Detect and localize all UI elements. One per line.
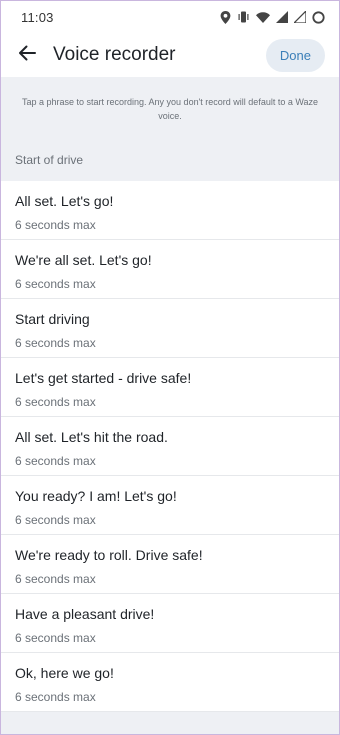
list-item[interactable]: Have a pleasant drive! 6 seconds max: [1, 594, 339, 653]
app-screen: 11:03 Voice recorder Done Tap a phrase t…: [0, 0, 340, 735]
list-item[interactable]: We're all set. Let's go! 6 seconds max: [1, 240, 339, 299]
phrase-duration: 6 seconds max: [15, 572, 96, 586]
list-item[interactable]: Start driving 6 seconds max: [1, 299, 339, 358]
phrase-title: You ready? I am! Let's go!: [15, 488, 177, 504]
phrase-title: All set. Let's hit the road.: [15, 429, 168, 445]
app-bar: Voice recorder Done: [1, 33, 339, 77]
phrase-duration: 6 seconds max: [15, 218, 96, 232]
phrase-duration: 6 seconds max: [15, 454, 96, 468]
arrow-left-icon: [18, 45, 36, 66]
phrase-duration: 6 seconds max: [15, 336, 96, 350]
signal-icon: [276, 11, 288, 23]
status-bar: 11:03: [1, 1, 339, 33]
wifi-icon: [256, 11, 270, 23]
location-icon: [220, 10, 231, 24]
phrase-title: Let's get started - drive safe!: [15, 370, 192, 386]
status-time: 11:03: [21, 9, 54, 25]
back-button[interactable]: [15, 43, 39, 67]
done-button[interactable]: Done: [265, 38, 325, 72]
info-text: Tap a phrase to start recording. Any you…: [1, 77, 339, 139]
phrase-list: All set. Let's go! 6 seconds max We're a…: [1, 181, 339, 712]
phrase-duration: 6 seconds max: [15, 631, 96, 645]
list-item[interactable]: All set. Let's go! 6 seconds max: [1, 181, 339, 240]
list-item[interactable]: All set. Let's hit the road. 6 seconds m…: [1, 417, 339, 476]
list-item[interactable]: You ready? I am! Let's go! 6 seconds max: [1, 476, 339, 535]
status-icons: [220, 10, 325, 24]
section-header: Start of drive: [1, 139, 339, 181]
phrase-title: Start driving: [15, 311, 90, 327]
phrase-title: We're all set. Let's go!: [15, 252, 152, 268]
phrase-duration: 6 seconds max: [15, 277, 96, 291]
list-item[interactable]: We're ready to roll. Drive safe! 6 secon…: [1, 535, 339, 594]
signal-icon: [294, 11, 306, 23]
phrase-duration: 6 seconds max: [15, 690, 96, 704]
phrase-title: We're ready to roll. Drive safe!: [15, 547, 203, 563]
vibrate-icon: [237, 11, 250, 23]
phrase-duration: 6 seconds max: [15, 395, 96, 409]
page-title: Voice recorder: [53, 44, 176, 65]
battery-ring-icon: [312, 10, 325, 24]
phrase-duration: 6 seconds max: [15, 513, 96, 527]
phrase-title: Ok, here we go!: [15, 665, 114, 681]
list-item[interactable]: Ok, here we go! 6 seconds max: [1, 653, 339, 712]
phrase-title: Have a pleasant drive!: [15, 606, 155, 622]
list-item[interactable]: Let's get started - drive safe! 6 second…: [1, 358, 339, 417]
phrase-title: All set. Let's go!: [15, 193, 114, 209]
